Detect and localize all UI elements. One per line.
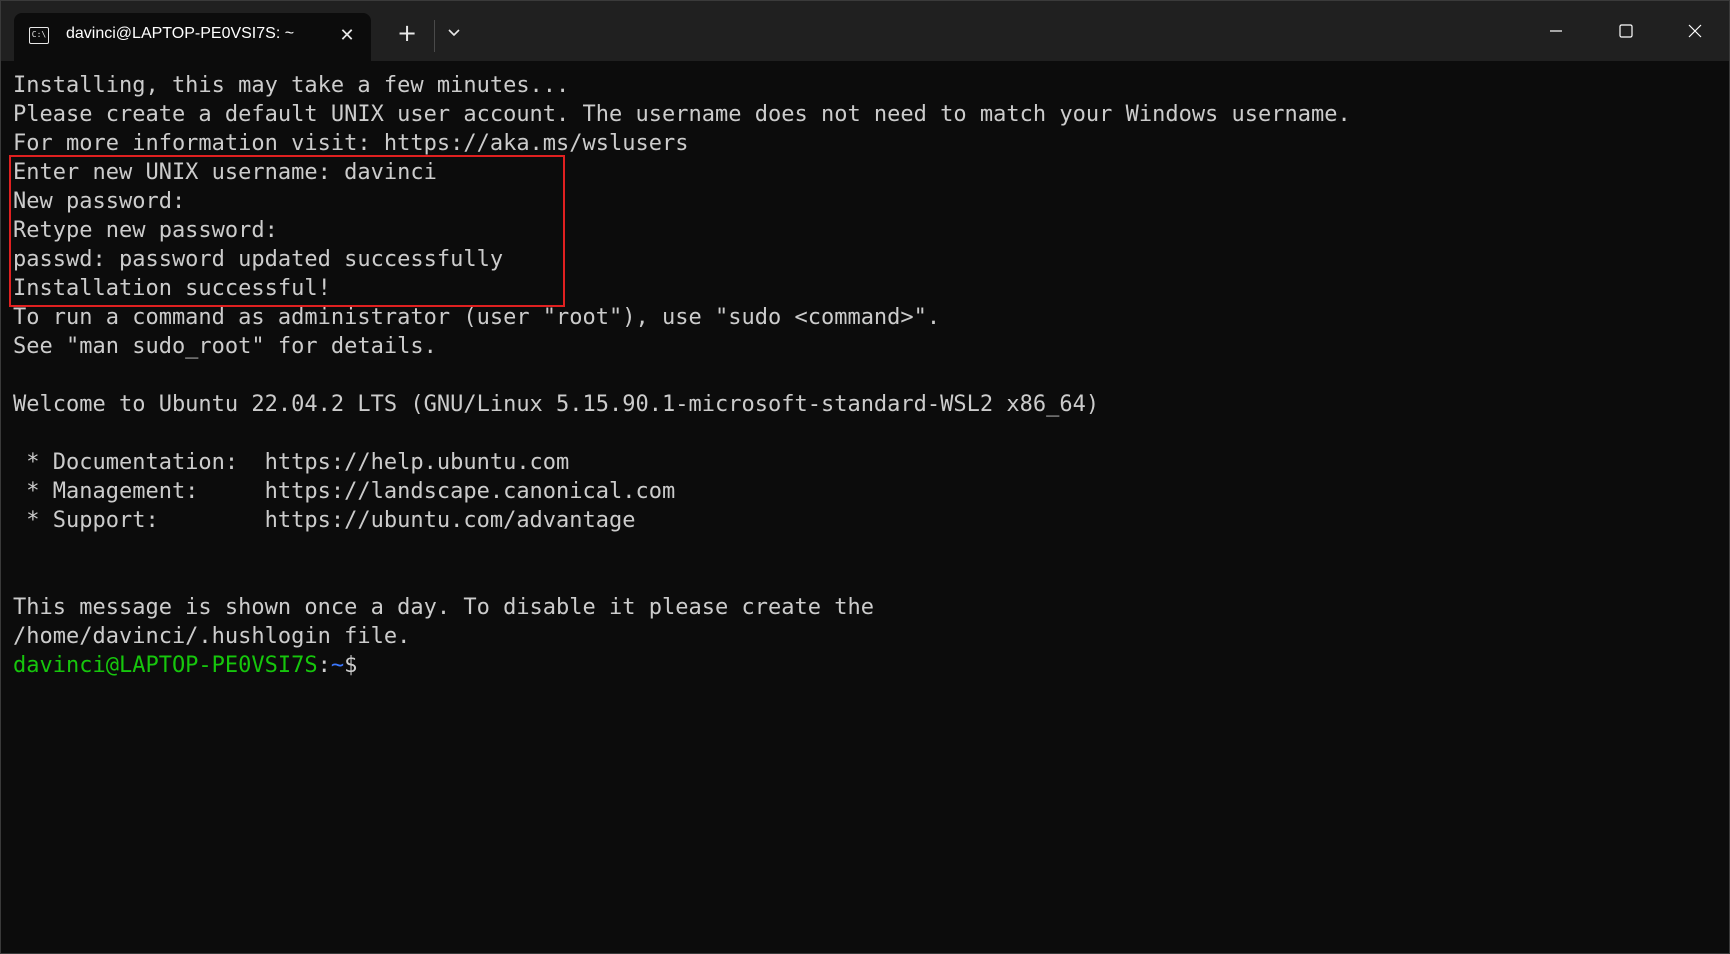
prompt-line[interactable]: davinci@LAPTOP-PE0VSI7S:~$ <box>13 651 1729 680</box>
tab-title: davinci@LAPTOP-PE0VSI7S: ~ <box>66 25 295 42</box>
close-icon <box>1688 24 1702 38</box>
prompt-symbol: $ <box>344 653 358 678</box>
terminal-line: Retype new password: <box>13 218 278 243</box>
terminal-line: Installation successful! <box>13 276 331 301</box>
terminal-line: passwd: password updated successfully <box>13 247 504 272</box>
terminal-line: This message is shown once a day. To dis… <box>13 595 874 620</box>
tab-divider <box>434 20 435 52</box>
terminal-window: C:\ davinci@LAPTOP-PE0VSI7S: ~ ✕ + Insta… <box>0 0 1730 954</box>
terminal-line: For more information visit: https://aka.… <box>13 131 689 156</box>
terminal-line: /home/davinci/.hushlogin file. <box>13 624 411 649</box>
chevron-down-icon[interactable] <box>439 18 469 48</box>
terminal-line: See "man sudo_root" for details. <box>13 334 437 359</box>
maximize-icon <box>1619 24 1633 38</box>
new-tab-button[interactable]: + <box>392 18 422 48</box>
prompt-user-host: davinci@LAPTOP-PE0VSI7S <box>13 653 318 678</box>
prompt-separator: : <box>317 653 331 678</box>
maximize-button[interactable] <box>1595 1 1657 61</box>
minimize-icon <box>1550 30 1562 32</box>
close-button[interactable] <box>1664 1 1726 61</box>
minimize-button[interactable] <box>1525 1 1587 61</box>
terminal-line: * Management: https://landscape.canonica… <box>13 479 676 504</box>
terminal-line: Please create a default UNIX user accoun… <box>13 102 1351 127</box>
terminal-line: To run a command as administrator (user … <box>13 305 941 330</box>
terminal-cmd-icon: C:\ <box>29 27 49 44</box>
terminal-line: * Documentation: https://help.ubuntu.com <box>13 450 570 475</box>
terminal-line: Welcome to Ubuntu 22.04.2 LTS (GNU/Linux… <box>13 392 1100 417</box>
title-bar: C:\ davinci@LAPTOP-PE0VSI7S: ~ ✕ + <box>1 1 1729 61</box>
terminal-line: Enter new UNIX username: davinci <box>13 160 437 185</box>
prompt-path: ~ <box>330 653 345 678</box>
tab-close-icon[interactable]: ✕ <box>336 25 358 47</box>
terminal-line: New password: <box>13 189 186 214</box>
tab-active[interactable]: C:\ davinci@LAPTOP-PE0VSI7S: ~ ✕ <box>14 13 371 61</box>
terminal-line: * Support: https://ubuntu.com/advantage <box>13 508 636 533</box>
terminal-line: Installing, this may take a few minutes.… <box>13 73 570 98</box>
terminal-output[interactable]: Installing, this may take a few minutes.… <box>13 71 1729 953</box>
